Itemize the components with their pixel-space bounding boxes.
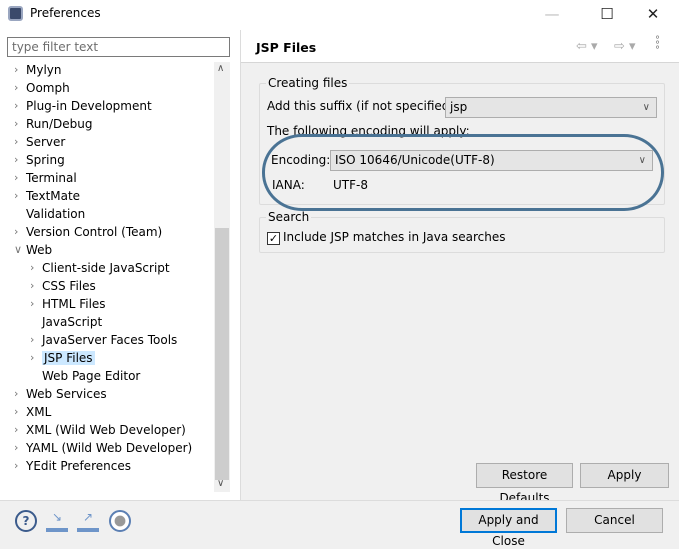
tree-item[interactable]: Web Page Editor	[30, 367, 140, 385]
tree-item[interactable]: › Oomph	[14, 79, 70, 97]
tree-item-label: Web Services	[26, 387, 107, 401]
tree-item-label: JavaServer Faces Tools	[42, 333, 178, 347]
tree-item-label: YEdit Preferences	[26, 459, 131, 473]
tree-item-label: HTML Files	[42, 297, 106, 311]
tree-item-label: Web Page Editor	[42, 369, 141, 383]
tree-item-label: YAML (Wild Web Developer)	[26, 441, 193, 455]
tree-item[interactable]: › HTML Files	[30, 295, 106, 313]
tree-item-label: Oomph	[26, 81, 70, 95]
tree-item-label: Client-side JavaScript	[42, 261, 170, 275]
forward-icon[interactable]: ⇨ ▾	[614, 39, 636, 54]
chevron-right-icon[interactable]: ›	[14, 133, 24, 151]
chevron-down-icon: ∨	[642, 102, 650, 113]
chevron-right-icon[interactable]: ›	[14, 169, 24, 187]
tree-item[interactable]: › Spring	[14, 151, 65, 169]
record-icon[interactable]	[109, 510, 131, 532]
chevron-right-icon[interactable]: ›	[30, 331, 40, 349]
creating-files-legend: Creating files	[266, 76, 350, 90]
tree-item[interactable]: › Terminal	[14, 169, 77, 187]
scroll-up-icon[interactable]: ∧	[217, 63, 224, 74]
chevron-right-icon[interactable]: ›	[14, 421, 24, 439]
suffix-value: jsp	[450, 100, 468, 114]
tree-item-label: Mylyn	[26, 63, 62, 77]
tree-item-label: Server	[26, 135, 66, 149]
eclipse-icon	[8, 6, 23, 21]
chevron-right-icon[interactable]: ›	[14, 97, 24, 115]
tree-item-label: Validation	[26, 207, 86, 221]
tree-item[interactable]: › Web Services	[14, 385, 107, 403]
search-legend: Search	[266, 210, 312, 224]
chevron-right-icon[interactable]: ›	[14, 61, 24, 79]
export-icon[interactable]: ↗	[77, 510, 99, 532]
tree-item[interactable]: › Run/Debug	[14, 115, 93, 133]
close-icon[interactable]: ✕	[633, 2, 673, 26]
header-separator	[241, 62, 679, 63]
help-icon[interactable]: ?	[15, 510, 37, 532]
chevron-right-icon[interactable]: ›	[14, 223, 24, 241]
page-title: JSP Files	[256, 40, 317, 55]
chevron-right-icon[interactable]: ›	[30, 277, 40, 295]
chevron-right-icon[interactable]: ›	[14, 457, 24, 475]
tree-item-label: Spring	[26, 153, 65, 167]
scrollbar-thumb[interactable]	[215, 228, 229, 480]
cancel-button[interactable]: Cancel	[566, 508, 663, 533]
tree-item[interactable]: › JSP Files	[30, 349, 95, 367]
chevron-right-icon[interactable]: ›	[30, 259, 40, 277]
restore-defaults-button[interactable]: Restore Defaults	[476, 463, 573, 505]
tree-item[interactable]: › XML	[14, 403, 51, 421]
chevron-right-icon[interactable]: ›	[14, 115, 24, 133]
tree-item[interactable]: Validation	[14, 205, 85, 223]
tree-item[interactable]: › YEdit Preferences	[14, 457, 131, 475]
import-icon[interactable]: ↘	[46, 510, 68, 532]
include-jsp-checkbox[interactable]: ✓	[267, 232, 280, 245]
chevron-right-icon[interactable]: ›	[14, 385, 24, 403]
chevron-right-icon[interactable]: ›	[14, 187, 24, 205]
back-icon[interactable]: ⇦ ▾	[576, 39, 598, 54]
tree-item[interactable]: ∨ Web	[14, 241, 52, 259]
tree-item[interactable]: › JavaServer Faces Tools	[30, 331, 177, 349]
tree-item[interactable]: › YAML (Wild Web Developer)	[14, 439, 192, 457]
tree-item-label: TextMate	[26, 189, 81, 203]
tree-item-label: Terminal	[26, 171, 77, 185]
minimize-icon[interactable]: —	[532, 2, 572, 26]
chevron-right-icon[interactable]: ›	[14, 403, 24, 421]
tree-item-label: CSS Files	[42, 279, 96, 293]
tree-item[interactable]: › Client-side JavaScript	[30, 259, 170, 277]
menu-icon[interactable]: ° ° °	[655, 36, 661, 56]
tree-item[interactable]: › XML (Wild Web Developer)	[14, 421, 186, 439]
annotation-ellipse	[262, 134, 664, 211]
tree-item-label: Version Control (Team)	[26, 225, 163, 239]
tree-item[interactable]: › Plug-in Development	[14, 97, 152, 115]
tree-item-label: JavaScript	[42, 315, 103, 329]
tree-item-label: Run/Debug	[26, 117, 93, 131]
chevron-right-icon[interactable]: ›	[14, 439, 24, 457]
tree-item[interactable]: › TextMate	[14, 187, 80, 205]
scroll-down-icon[interactable]: ∨	[217, 478, 224, 489]
tree-item-label: XML (Wild Web Developer)	[26, 423, 186, 437]
suffix-label: Add this suffix (if not specified):	[267, 99, 459, 113]
chevron-down-icon[interactable]: ∨	[14, 241, 24, 259]
tree-item[interactable]: › Mylyn	[14, 61, 62, 79]
include-jsp-label: Include JSP matches in Java searches	[283, 230, 506, 244]
maximize-icon[interactable]: ☐	[587, 2, 627, 26]
filter-input[interactable]	[7, 37, 230, 57]
chevron-right-icon[interactable]: ›	[30, 295, 40, 313]
chevron-right-icon[interactable]: ›	[14, 79, 24, 97]
apply-and-close-button[interactable]: Apply and Close	[460, 508, 557, 548]
tree-item-label: Plug-in Development	[26, 99, 152, 113]
window-title: Preferences	[30, 6, 101, 20]
tree-item-label: XML	[26, 405, 52, 419]
chevron-right-icon[interactable]: ›	[30, 349, 40, 367]
suffix-combo[interactable]: jsp ∨	[445, 97, 657, 118]
tree-item-label: Web	[26, 243, 53, 257]
tree-item[interactable]: › CSS Files	[30, 277, 96, 295]
chevron-right-icon[interactable]: ›	[14, 151, 24, 169]
apply-button[interactable]: Apply	[580, 463, 669, 488]
tree-item[interactable]: › Server	[14, 133, 65, 151]
tree-item[interactable]: JavaScript	[30, 313, 102, 331]
tree-item[interactable]: › Version Control (Team)	[14, 223, 162, 241]
tree-item-label: JSP Files	[42, 351, 95, 365]
